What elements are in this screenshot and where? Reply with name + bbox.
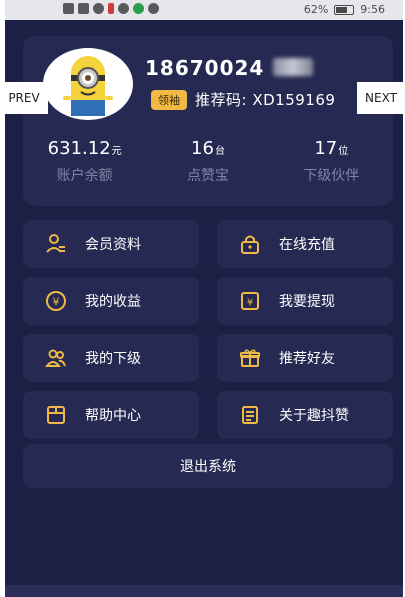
app-screen: 62% 9:56 18670024 领袖 推荐码: XD159169 631.1… — [5, 0, 403, 597]
app-notification-icon — [133, 3, 144, 14]
status-bar: 62% 9:56 — [5, 0, 403, 20]
document-icon — [237, 402, 263, 428]
notification-icon — [108, 3, 114, 14]
menu-my-earnings[interactable]: ¥ 我的收益 — [23, 277, 199, 325]
stat-label: 下级伙伴 — [303, 168, 360, 184]
prev-button[interactable]: PREV — [0, 82, 48, 114]
level-badge: 领袖 — [151, 90, 187, 110]
menu-label: 会员资料 — [85, 237, 141, 253]
minion-avatar-icon — [63, 56, 113, 116]
yen-coin-icon: ¥ — [43, 288, 69, 314]
status-icons-right: 62% 9:56 — [304, 3, 385, 16]
signal-icon — [78, 3, 89, 14]
menu-help-center[interactable]: 帮助中心 — [23, 391, 199, 439]
stat-label: 点赞宝 — [186, 168, 229, 184]
stat-unit: 元 — [111, 146, 122, 157]
stats-row: 631.12元 账户余额 16台 点赞宝 17位 下级伙伴 — [23, 138, 393, 185]
referral-label: 推荐码: — [195, 91, 248, 109]
menu-label: 我的收益 — [85, 294, 141, 310]
referral-code: 推荐码: XD159169 — [195, 89, 335, 110]
menu-my-subordinates[interactable]: 我的下级 — [23, 334, 199, 382]
user-profile-icon — [43, 231, 69, 257]
stat-partners[interactable]: 17位 下级伙伴 — [270, 138, 393, 185]
stat-unit: 位 — [338, 146, 349, 157]
referral-value: XD159169 — [252, 91, 336, 109]
eye-icon — [118, 3, 129, 14]
help-folder-icon — [43, 402, 69, 428]
stat-like-bao[interactable]: 16台 点赞宝 — [146, 138, 269, 185]
next-button[interactable]: NEXT — [357, 82, 405, 114]
masked-digits — [273, 58, 313, 76]
withdraw-icon: ¥ — [237, 288, 263, 314]
hd-signal-icon — [63, 3, 74, 14]
svg-text:¥: ¥ — [247, 298, 253, 309]
stat-value: 17 — [314, 138, 338, 159]
menu-online-recharge[interactable]: 在线充值 — [217, 220, 393, 268]
gift-box-icon — [237, 345, 263, 371]
menu-about[interactable]: 关于趣抖赞 — [217, 391, 393, 439]
stat-value: 16 — [191, 138, 214, 159]
menu-label: 我的下级 — [85, 351, 141, 367]
menu-label: 推荐好友 — [279, 351, 335, 367]
lock-wallet-icon — [237, 231, 263, 257]
svg-text:¥: ¥ — [53, 296, 60, 309]
profile-card: 18670024 领袖 推荐码: XD159169 631.12元 账户余额 1… — [23, 36, 393, 206]
status-icons-left — [63, 3, 159, 14]
clock: 9:56 — [360, 3, 385, 16]
menu-label: 关于趣抖赞 — [279, 408, 349, 424]
avatar[interactable] — [43, 48, 133, 120]
menu-member-profile[interactable]: 会员资料 — [23, 220, 199, 268]
menu-withdraw[interactable]: ¥ 我要提现 — [217, 277, 393, 325]
team-icon — [43, 345, 69, 371]
menu-recommend-friends[interactable]: 推荐好友 — [217, 334, 393, 382]
menu-label: 在线充值 — [279, 237, 335, 253]
shield-icon — [148, 3, 159, 14]
stat-unit: 台 — [214, 146, 225, 157]
menu-label: 我要提现 — [279, 294, 335, 310]
logout-button[interactable]: 退出系统 — [23, 444, 393, 488]
battery-icon — [334, 4, 355, 15]
stat-value: 631.12 — [47, 138, 111, 159]
bottom-tab-bar — [5, 585, 403, 597]
wifi-icon — [93, 3, 104, 14]
user-phone: 18670024 — [145, 56, 265, 80]
menu-label: 帮助中心 — [85, 408, 141, 424]
battery-percent: 62% — [303, 3, 329, 16]
stat-label: 账户余额 — [56, 168, 113, 184]
stat-balance[interactable]: 631.12元 账户余额 — [23, 138, 146, 185]
